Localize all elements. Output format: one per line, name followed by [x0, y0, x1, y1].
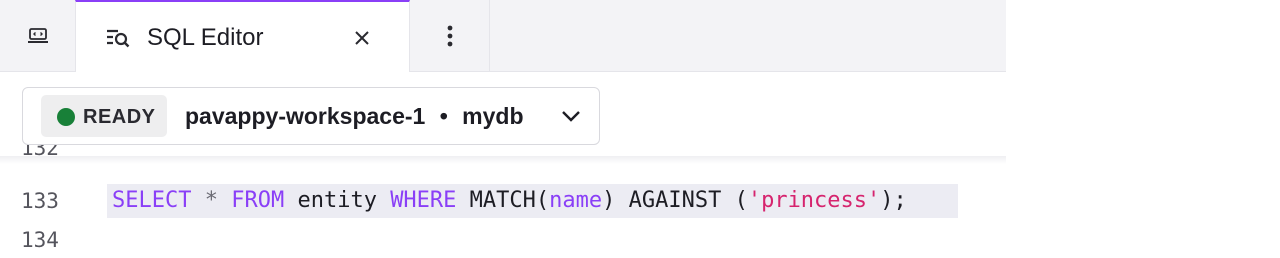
status-badge: READY	[41, 95, 167, 137]
code-text: SELECT * FROM entity WHERE MATCH(name) A…	[112, 183, 907, 219]
tab-sql-editor[interactable]: SQL Editor	[75, 0, 410, 72]
code-line[interactable]: 134	[0, 222, 1006, 258]
database-name: mydb	[462, 103, 524, 129]
close-icon[interactable]	[352, 28, 372, 48]
toolbar-shadow	[0, 156, 1006, 164]
line-number: 133	[21, 189, 59, 213]
code-token: ) AGAINST (	[602, 188, 748, 213]
kebab-menu-icon	[447, 25, 452, 47]
code-line[interactable]: 133 SELECT * FROM entity WHERE MATCH(nam…	[0, 183, 1006, 219]
separator-dot: •	[439, 103, 448, 129]
tab-label: SQL Editor	[147, 24, 264, 51]
line-number: 134	[21, 228, 59, 252]
workspace-database-label: pavappy-workspace-1 • mydb	[185, 102, 524, 130]
sql-operator: *	[204, 188, 218, 213]
sql-editor-pane[interactable]: READY pavappy-workspace-1 • mydb 132 133…	[0, 72, 1006, 258]
monitor-code-icon	[27, 28, 48, 43]
status-text: READY	[83, 106, 156, 128]
sql-editor-window: SQL Editor READY pavappy-workspace-1 • m…	[0, 0, 1006, 258]
workspace-selector[interactable]: READY pavappy-workspace-1 • mydb	[22, 87, 600, 145]
chevron-down-icon[interactable]	[560, 108, 582, 124]
workspace-name: pavappy-workspace-1	[185, 103, 426, 129]
tab-overflow-menu-button[interactable]	[410, 0, 490, 72]
sql-keyword: SELECT	[112, 188, 192, 213]
empty-panel	[1006, 0, 1280, 258]
code-token: MATCH(	[456, 188, 550, 213]
sql-string: 'princess'	[747, 188, 881, 213]
sql-keyword: FROM	[231, 188, 285, 213]
tab-workspace-home[interactable]	[0, 0, 75, 72]
tab-bar: SQL Editor	[0, 0, 1006, 72]
status-dot	[57, 108, 75, 126]
sql-identifier: name	[549, 188, 603, 213]
query-editor-icon	[107, 29, 130, 48]
code-token: );	[880, 188, 907, 213]
code-token: entity	[284, 188, 391, 213]
sql-keyword: WHERE	[390, 188, 457, 213]
